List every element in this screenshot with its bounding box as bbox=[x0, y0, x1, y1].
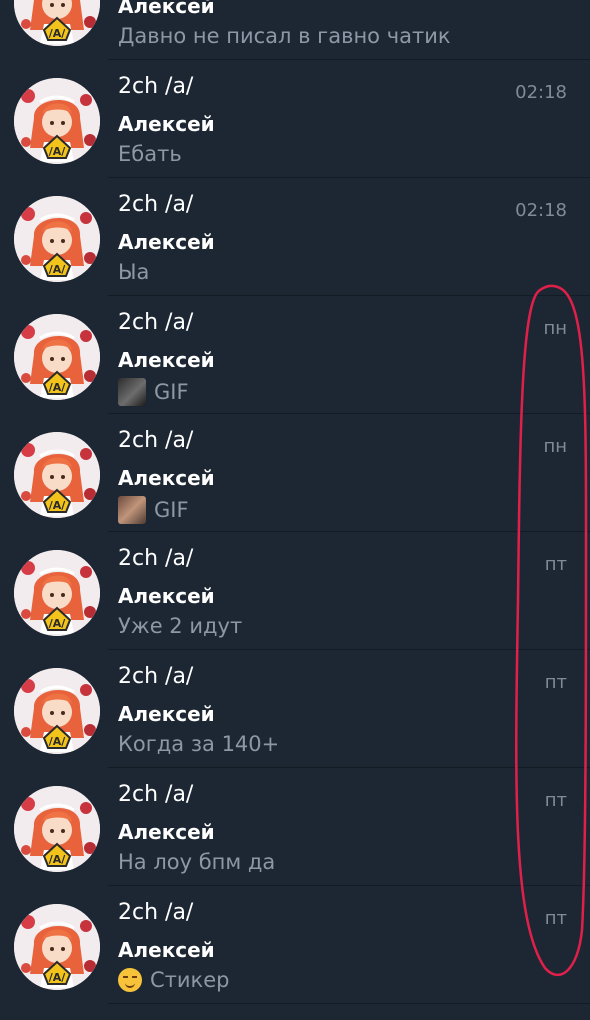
chat-row[interactable]: /A/2ch /a/АлексейДавно не писал в гавно … bbox=[0, 0, 590, 60]
chat-row[interactable]: /A/2ch /a/Алексей На лоу бпм да пт bbox=[0, 768, 590, 886]
message-time: 02:18 bbox=[515, 82, 567, 103]
message-preview: Ебать bbox=[118, 142, 182, 166]
message-preview: Ыа bbox=[118, 260, 149, 284]
message-preview: GIF bbox=[118, 378, 189, 406]
message-preview: Когда за 140+ bbox=[118, 732, 279, 756]
message-sender: Алексей bbox=[118, 938, 215, 962]
chat-avatar[interactable]: /A/ bbox=[14, 432, 100, 518]
svg-text:/A/: /A/ bbox=[49, 617, 67, 630]
message-preview: На лоу бпм да bbox=[118, 850, 275, 874]
message-preview-text: На лоу бпм да bbox=[118, 850, 276, 874]
chat-title: 2ch /a/ bbox=[118, 546, 194, 571]
chat-title: 2ch /a/ bbox=[118, 782, 194, 807]
chat-title: 2ch /a/ bbox=[118, 664, 194, 689]
gif-thumbnail-icon bbox=[118, 496, 146, 524]
gif-thumbnail-icon bbox=[118, 378, 146, 406]
chat-avatar[interactable]: /A/ bbox=[14, 0, 100, 46]
chat-row[interactable]: /A/2ch /a/Алексей Стикер пт bbox=[0, 886, 590, 1004]
svg-text:/A/: /A/ bbox=[49, 971, 67, 984]
svg-text:/A/: /A/ bbox=[49, 735, 67, 748]
message-time: пт bbox=[544, 908, 567, 929]
chat-avatar[interactable]: /A/ bbox=[14, 550, 100, 636]
message-sender: Алексей bbox=[118, 820, 215, 844]
message-preview-text: Стикер bbox=[150, 968, 230, 992]
chat-row[interactable]: /A/2ch /a/Алексей Ыа 02:18 bbox=[0, 178, 590, 296]
message-sender: Алексей bbox=[118, 702, 215, 726]
message-preview-text: Уже 2 идут bbox=[118, 614, 243, 638]
message-time: пн bbox=[543, 436, 567, 457]
message-sender: Алексей bbox=[118, 112, 215, 136]
chat-row[interactable]: /A/2ch /a/Алексей GIF пн bbox=[0, 296, 590, 414]
message-preview-text: Давно не писал в гавно чатик bbox=[118, 24, 451, 48]
message-preview-text: Ебать bbox=[118, 142, 182, 166]
chat-title: 2ch /a/ bbox=[118, 310, 194, 335]
message-preview-text: GIF bbox=[154, 498, 189, 522]
message-sender: Алексей bbox=[118, 230, 215, 254]
message-preview: GIF bbox=[118, 496, 189, 524]
message-time: пт bbox=[544, 554, 567, 575]
chat-row[interactable]: /A/2ch /a/Алексей GIF пн bbox=[0, 414, 590, 532]
chat-title: 2ch /a/ bbox=[118, 74, 194, 99]
chat-avatar[interactable]: /A/ bbox=[14, 668, 100, 754]
smirk-emoji-icon bbox=[118, 968, 142, 992]
chat-title: 2ch /a/ bbox=[118, 192, 194, 217]
chat-avatar[interactable]: /A/ bbox=[14, 786, 100, 872]
svg-text:/A/: /A/ bbox=[49, 381, 67, 394]
svg-text:/A/: /A/ bbox=[49, 853, 67, 866]
svg-text:/A/: /A/ bbox=[49, 499, 67, 512]
message-preview-text: Ыа bbox=[118, 260, 150, 284]
message-sender: Алексей bbox=[118, 466, 215, 490]
chat-title: 2ch /a/ bbox=[118, 900, 194, 925]
chat-row[interactable]: /A/2ch /a/Алексей Уже 2 идут пт bbox=[0, 532, 590, 650]
chat-row[interactable]: /A/2ch /a/Алексей Когда за 140+ пт bbox=[0, 650, 590, 768]
chat-avatar[interactable]: /A/ bbox=[14, 904, 100, 990]
message-time: пт bbox=[544, 672, 567, 693]
svg-text:/A/: /A/ bbox=[49, 27, 67, 40]
message-preview: Уже 2 идут bbox=[118, 614, 242, 638]
chat-title: 2ch /a/ bbox=[118, 428, 194, 453]
chat-list: /A/2ch /a/Алексей Давно не писал в гавно … bbox=[0, 0, 590, 1004]
message-preview: Давно не писал в гавно чатик bbox=[118, 24, 451, 48]
chat-row[interactable]: /A/2ch /a/Алексей Ебать 02:18 bbox=[0, 60, 590, 178]
message-time: 02:18 bbox=[515, 200, 567, 221]
message-preview: Стикер bbox=[118, 968, 229, 992]
message-preview-text: GIF bbox=[154, 380, 189, 404]
message-preview-text: Когда за 140+ bbox=[118, 732, 280, 756]
message-sender: Алексей bbox=[118, 584, 215, 608]
message-sender: Алексей bbox=[118, 0, 215, 18]
svg-text:/A/: /A/ bbox=[49, 145, 67, 158]
message-time: пт bbox=[544, 790, 567, 811]
chat-avatar[interactable]: /A/ bbox=[14, 314, 100, 400]
message-sender: Алексей bbox=[118, 348, 215, 372]
chat-avatar[interactable]: /A/ bbox=[14, 196, 100, 282]
chat-avatar[interactable]: /A/ bbox=[14, 78, 100, 164]
svg-text:/A/: /A/ bbox=[49, 263, 67, 276]
row-divider bbox=[108, 1003, 590, 1004]
message-time: пн bbox=[543, 318, 567, 339]
